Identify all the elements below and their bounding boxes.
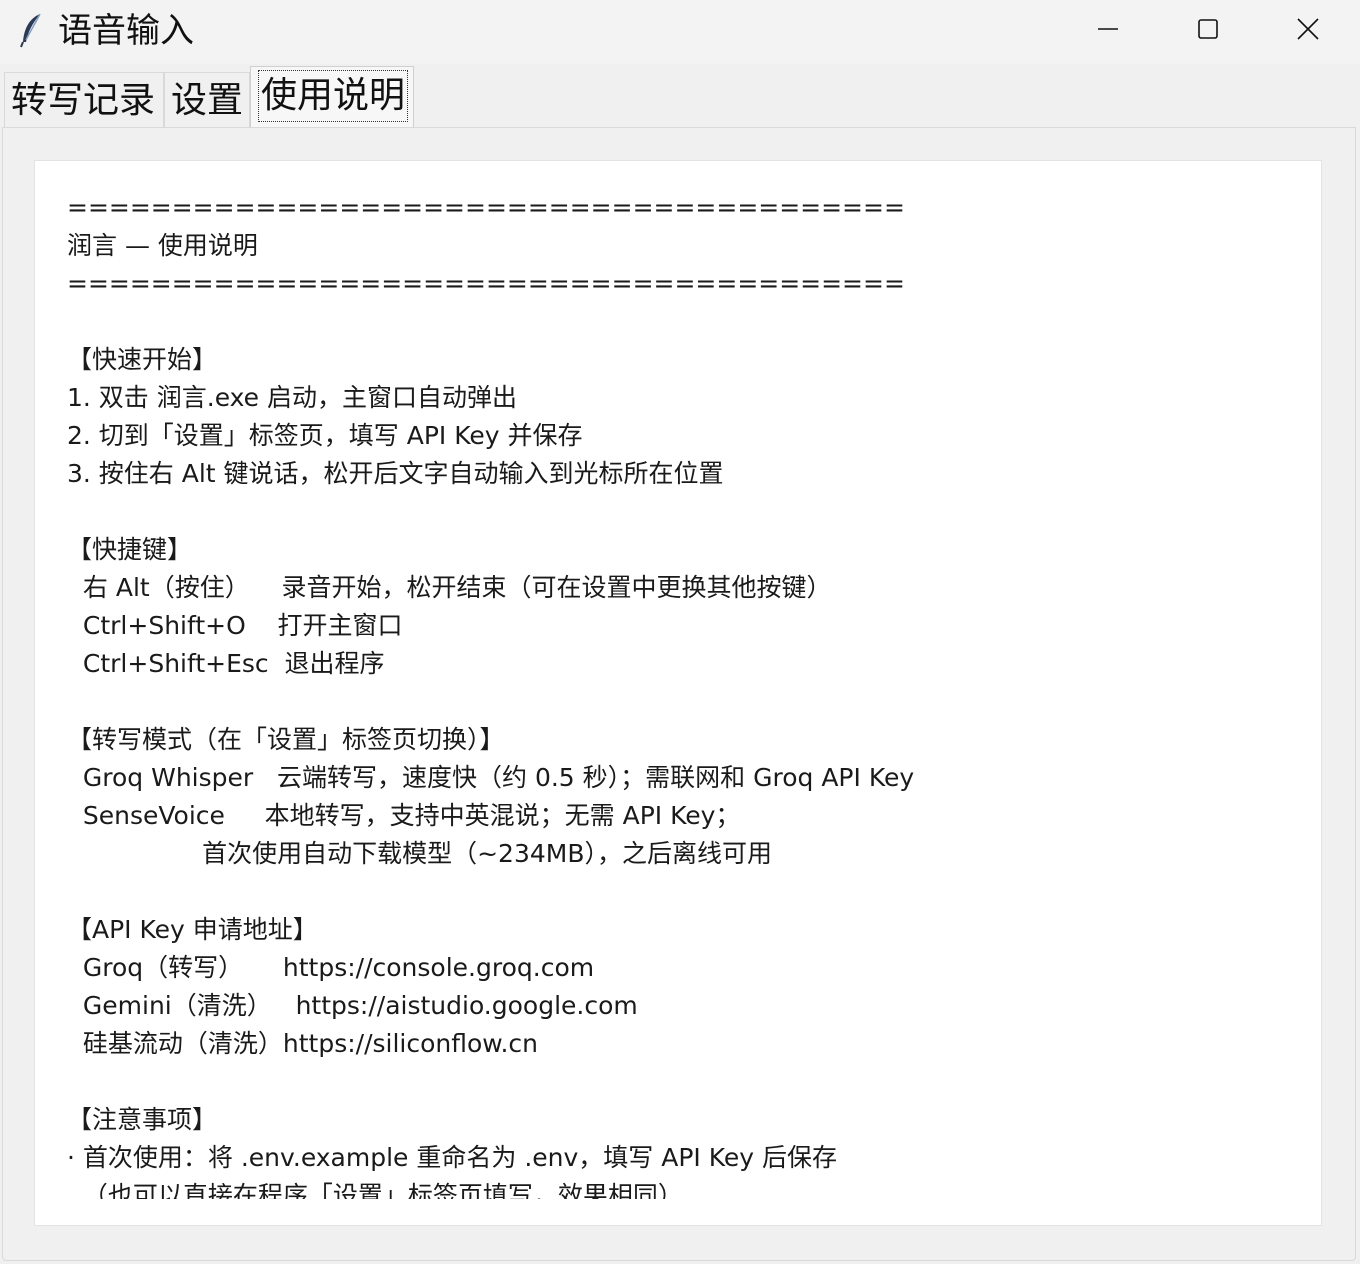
tab-settings[interactable]: 设置 — [164, 72, 250, 128]
doc-line: 首次使用自动下载模型（~234MB），之后离线可用 — [67, 839, 772, 868]
doc-line: Ctrl+Shift+Esc 退出程序 — [67, 649, 385, 678]
doc-line — [67, 303, 1301, 341]
doc-line: 【API Key 申请地址】 — [67, 915, 318, 944]
doc-line: （也可以直接在程序「设置」标签页填写，效果相同） — [67, 1181, 683, 1199]
tab-transcription-history[interactable]: 转写记录 — [4, 72, 164, 128]
maximize-button[interactable] — [1158, 0, 1258, 58]
doc-line: 【快捷键】 — [67, 535, 193, 564]
doc-line: Groq（转写） https://console.groq.com — [67, 953, 595, 982]
doc-line: 2. 切到「设置」标签页，填写 API Key 并保存 — [67, 421, 583, 450]
instructions-text-area[interactable]: ========================================… — [34, 160, 1322, 1226]
window-title: 语音输入 — [58, 11, 194, 51]
doc-line: 润言 — 使用说明 — [67, 231, 258, 260]
doc-line: SenseVoice 本地转写，支持中英混说；无需 API Key； — [67, 801, 741, 830]
close-icon — [1297, 18, 1319, 40]
app-window: 语音输入 转写记录 设置 使用说明 ======================… — [0, 0, 1360, 1264]
doc-line — [67, 873, 1301, 911]
doc-line: Groq Whisper 云端转写，速度快（约 0.5 秒）；需联网和 Groq… — [67, 763, 915, 792]
doc-line — [67, 1063, 1301, 1101]
doc-line: 右 Alt（按住） 录音开始，松开结束（可在设置中更换其他按键） — [67, 573, 832, 602]
doc-line: · 首次使用：将 .env.example 重命名为 .env，填写 API K… — [67, 1143, 837, 1172]
doc-line: ======================================== — [67, 269, 905, 298]
title-bar[interactable]: 语音输入 — [0, 0, 1360, 64]
doc-line: 3. 按住右 Alt 键说话，松开后文字自动输入到光标所在位置 — [67, 459, 724, 488]
maximize-icon — [1198, 19, 1218, 39]
feather-icon — [18, 12, 46, 48]
tab-label: 转写记录 — [11, 80, 156, 121]
doc-line: 硅基流动（清洗）https://siliconflow.cn — [67, 1029, 538, 1058]
doc-line: Ctrl+Shift+O 打开主窗口 — [67, 611, 403, 640]
doc-line: ======================================== — [67, 193, 905, 222]
minimize-icon — [1098, 19, 1118, 39]
tab-label: 设置 — [171, 80, 244, 121]
doc-line — [67, 683, 1301, 721]
doc-line: 【注意事项】 — [67, 1105, 218, 1134]
tab-label: 使用说明 — [257, 69, 409, 123]
minimize-button[interactable] — [1058, 0, 1158, 58]
instructions-text: ========================================… — [67, 189, 1301, 1199]
close-button[interactable] — [1258, 0, 1358, 58]
doc-line: 1. 双击 润言.exe 启动，主窗口自动弹出 — [67, 383, 517, 412]
doc-line: 【快速开始】 — [67, 345, 218, 374]
tab-bar: 转写记录 设置 使用说明 — [0, 64, 1360, 128]
doc-line: 【转写模式（在「设置」标签页切换）】 — [67, 725, 505, 754]
tab-instructions[interactable]: 使用说明 — [250, 66, 414, 128]
doc-line — [67, 493, 1301, 531]
doc-line: Gemini（清洗） https://aistudio.google.com — [67, 991, 638, 1020]
